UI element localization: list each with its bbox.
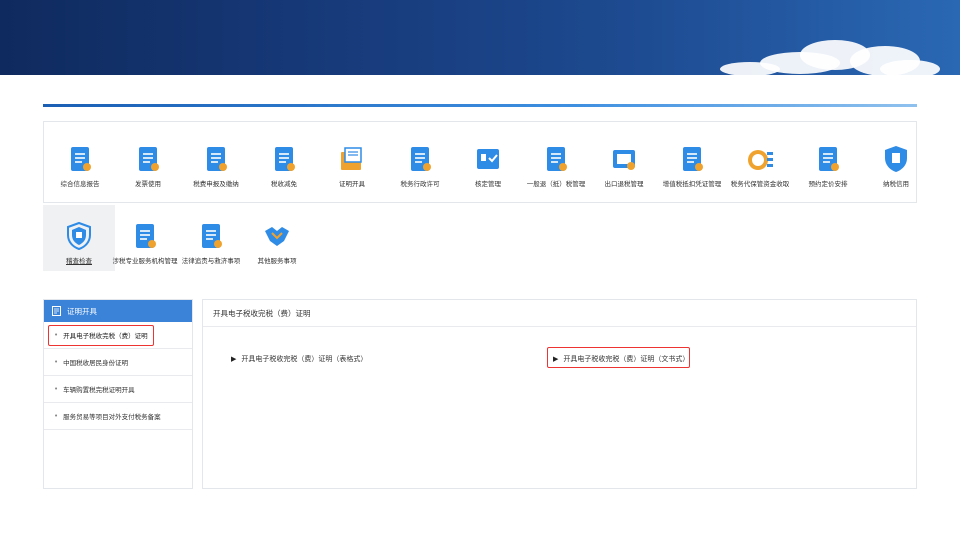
nav-tile-license[interactable]: 税务行政许可 — [384, 144, 456, 189]
export-refund-icon — [613, 150, 635, 170]
bullet-icon: • — [54, 331, 59, 339]
inspection-shield-icon — [67, 221, 91, 251]
nav-tile-label: 税务代保管资金收取 — [730, 180, 790, 188]
bullet-icon: • — [54, 412, 59, 420]
header-banner — [0, 0, 960, 75]
sidebar: 证明开具 • 开具电子税收完税（费）证明 • 中国税收居民身份证明 • 车辆购置… — [43, 299, 193, 489]
link-document-format[interactable]: ▶ 开具电子税收完税（费）证明（文书式） — [553, 354, 689, 364]
sidebar-item-label: 开具电子税收完税（费）证明 — [63, 332, 148, 340]
nav-tile-tax-payment[interactable]: 税费申报及缴纳 — [180, 144, 252, 189]
nav-tile-label: 涉税专业服务机构管理 — [112, 257, 178, 265]
nav-tile-agency[interactable]: 涉税专业服务机构管理 — [109, 205, 181, 271]
nav-tile-label: 发票使用 — [135, 180, 161, 188]
refund-icon — [547, 147, 567, 171]
handshake-icon — [265, 227, 289, 246]
sidebar-title: 证明开具 — [67, 306, 97, 316]
nav-tile-legal[interactable]: 法律追责与救济事项 — [175, 205, 247, 271]
sidebar-item-tax-residency[interactable]: • 中国税收居民身份证明 — [44, 349, 192, 376]
nav-tile-credit[interactable]: 纳税信用 — [860, 144, 932, 189]
sidebar-item-vehicle-tax[interactable]: • 车辆购置税完税证明开具 — [44, 376, 192, 403]
assessment-icon — [477, 149, 499, 169]
nav-tile-custody-funds[interactable]: 税务代保管资金收取 — [724, 144, 796, 189]
nav-tile-label: 一般退（抵）税管理 — [526, 180, 586, 188]
certificate-icon — [341, 147, 362, 170]
invoice-icon — [139, 147, 159, 171]
triangle-right-icon: ▶ — [553, 355, 559, 363]
nav-tile-tax-reduction[interactable]: 税收减免 — [248, 144, 320, 189]
link-label: 开具电子税收完税（费）证明（表格式） — [241, 355, 368, 363]
link-table-format[interactable]: ▶ 开具电子税收完税（费）证明（表格式） — [231, 354, 367, 364]
vat-deduction-icon — [683, 147, 703, 171]
nav-tile-label: 增值税抵扣凭证管理 — [662, 180, 722, 188]
legal-icon — [202, 224, 222, 248]
nav-tile-label: 综合信息报告 — [60, 180, 100, 188]
sidebar-item-label: 中国税收居民身份证明 — [63, 359, 129, 367]
nav-tile-label: 税收减免 — [271, 180, 297, 188]
license-icon — [411, 147, 431, 171]
nav-tile-report[interactable]: 综合信息报告 — [44, 144, 116, 189]
nav-tile-label: 纳税信用 — [883, 180, 909, 188]
nav-tile-label: 稽查检查 — [66, 257, 92, 265]
agency-icon — [136, 224, 156, 248]
tax-payment-icon — [207, 147, 227, 171]
main-content: 开具电子税收完税（费）证明 ▶ 开具电子税收完税（费）证明（表格式） ▶ 开具电… — [202, 299, 917, 489]
nav-tile-invoice[interactable]: 发票使用 — [112, 144, 184, 189]
nav-tile-label: 预约定价安排 — [808, 180, 848, 188]
top-nav-panel: 综合信息报告 发票使用 税费申报及缴纳 税收减免 证明开具 税务行政许可 核定管理 一般退（抵… — [43, 121, 917, 203]
nav-tile-pricing[interactable]: 预约定价安排 — [792, 144, 864, 189]
bullet-icon: • — [54, 358, 59, 366]
report-icon — [71, 147, 91, 171]
nav-tile-refund[interactable]: 一般退（抵）税管理 — [520, 144, 592, 189]
nav-tile-certificate[interactable]: 证明开具 — [316, 144, 388, 189]
sidebar-item-service-trade[interactable]: • 服务贸易等项目对外支付税务备案 — [44, 403, 192, 430]
nav-tile-label: 税费申报及缴纳 — [193, 180, 239, 188]
nav-tile-handshake[interactable]: 其他服务事项 — [241, 205, 313, 271]
nav-tile-assessment[interactable]: 核定管理 — [452, 144, 524, 189]
nav-tile-export-refund[interactable]: 出口退税管理 — [588, 144, 660, 189]
header-divider — [43, 104, 917, 107]
triangle-right-icon: ▶ — [231, 355, 237, 363]
sidebar-item-e-tax-certificate[interactable]: • 开具电子税收完税（费）证明 — [44, 322, 192, 349]
tax-reduction-icon — [275, 147, 295, 171]
custody-funds-icon — [748, 150, 773, 170]
sidebar-item-label: 车辆购置税完税证明开具 — [63, 386, 135, 394]
link-label: 开具电子税收完税（费）证明（文书式） — [563, 355, 690, 363]
nav-tile-label: 核定管理 — [475, 180, 501, 188]
nav-tile-vat-deduction[interactable]: 增值税抵扣凭证管理 — [656, 144, 728, 189]
sidebar-header: 证明开具 — [44, 300, 192, 322]
sidebar-item-label: 服务贸易等项目对外支付税务备案 — [63, 413, 161, 421]
nav-tile-inspection-shield[interactable]: 稽查检查 — [43, 205, 115, 271]
nav-tile-label: 法律追责与救济事项 — [181, 257, 241, 265]
nav-tile-label: 其他服务事项 — [257, 257, 297, 265]
pricing-icon — [819, 147, 839, 171]
bullet-icon: • — [54, 385, 59, 393]
nav-tile-label: 出口退税管理 — [604, 180, 644, 188]
nav-tile-label: 税务行政许可 — [400, 180, 440, 188]
credit-icon — [885, 146, 907, 172]
main-title: 开具电子税收完税（费）证明 — [203, 300, 916, 327]
nav-tile-label: 证明开具 — [339, 180, 365, 188]
document-icon — [52, 306, 61, 316]
